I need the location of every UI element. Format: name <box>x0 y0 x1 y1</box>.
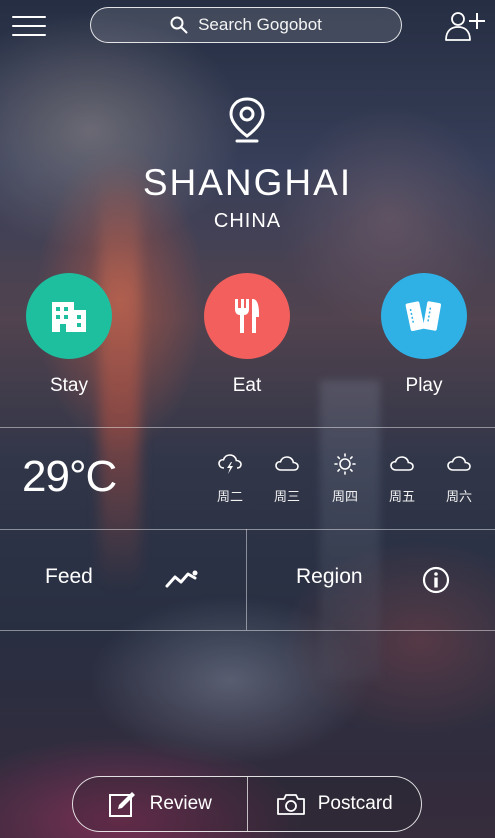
divider-vertical <box>246 529 247 630</box>
forecast-day: 周五 <box>382 453 422 505</box>
forecast-day-label: 周四 <box>331 490 358 505</box>
city-name: SHANGHAI <box>142 162 353 203</box>
tickets-icon <box>405 301 442 331</box>
category-label: Play <box>405 375 443 396</box>
cloud-icon <box>447 456 471 471</box>
country-name: CHINA <box>213 210 282 232</box>
menu-line <box>12 34 46 36</box>
category-play[interactable]: Play <box>381 273 467 397</box>
search-placeholder: Search Gogobot <box>198 15 322 34</box>
category-label: Eat <box>232 375 262 396</box>
menu-button[interactable] <box>12 14 46 38</box>
temperature-value: 29 <box>22 452 70 501</box>
forecast-day-label: 周五 <box>388 490 415 505</box>
forecast-day-label: 周二 <box>216 490 243 505</box>
temperature: 29°C <box>22 452 117 502</box>
category-stay[interactable]: Stay <box>26 273 112 397</box>
postcard-label: Postcard <box>317 793 393 814</box>
sun-icon <box>334 453 356 475</box>
action-bar: Review Postcard <box>72 776 422 832</box>
search-bar[interactable]: Search Gogobot <box>90 7 402 43</box>
eat-circle <box>204 273 290 359</box>
menu-line <box>12 25 46 27</box>
forecast-day: 周二 <box>210 453 250 505</box>
thunderstorm-icon <box>218 454 242 474</box>
fork-knife-icon <box>235 299 259 333</box>
location-pin-icon <box>229 97 265 143</box>
stay-circle <box>26 273 112 359</box>
forecast-day: 周三 <box>267 453 307 505</box>
info-icon[interactable] <box>422 566 450 594</box>
forecast-day: 周四 <box>325 453 365 505</box>
region-link[interactable]: Region <box>296 565 363 589</box>
search-icon <box>170 16 188 34</box>
feed-link[interactable]: Feed <box>45 565 93 589</box>
forecast-day-label: 周六 <box>445 490 472 505</box>
divider <box>0 427 495 428</box>
forecast-day: 周六 <box>439 453 479 505</box>
edit-icon <box>108 792 135 817</box>
category-eat[interactable]: Eat <box>204 273 290 397</box>
camera-icon <box>276 794 305 815</box>
play-circle <box>381 273 467 359</box>
divider <box>0 529 495 530</box>
cloud-icon <box>275 456 299 471</box>
divider <box>0 630 495 631</box>
category-label: Stay <box>49 375 89 396</box>
temperature-unit: °C <box>68 452 117 501</box>
forecast-day-label: 周三 <box>273 490 300 505</box>
hotel-icon <box>52 302 86 332</box>
hamburger-menu-icon <box>12 16 46 18</box>
postcard-button[interactable]: Postcard <box>246 777 422 831</box>
cloud-icon <box>390 456 414 471</box>
review-label: Review <box>149 793 212 814</box>
trend-line-icon[interactable] <box>164 566 200 590</box>
review-button[interactable]: Review <box>73 777 247 831</box>
add-user-icon[interactable] <box>444 10 486 42</box>
